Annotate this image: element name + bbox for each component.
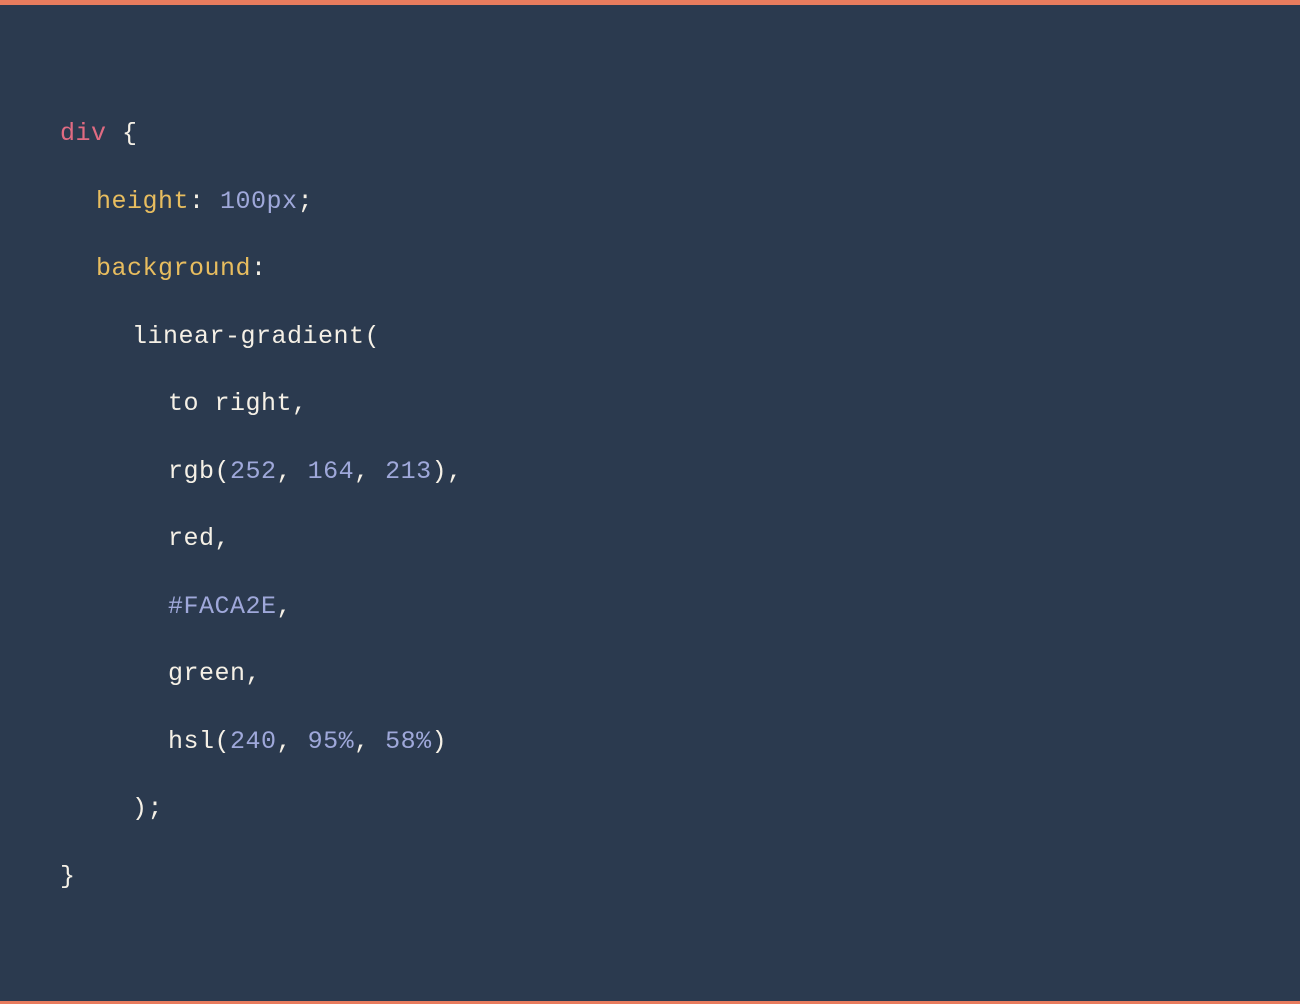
css-selector: div (60, 119, 107, 148)
code-editor-panel: div { height: 100px; background: linear-… (0, 0, 1300, 1004)
code-line-6: rgb(252, 164, 213), (60, 438, 1240, 506)
code-line-3: background: (60, 235, 1240, 303)
brace-close: } (60, 862, 76, 891)
comma: , (277, 457, 293, 486)
height-unit: px (267, 187, 298, 216)
rgb-r: 252 (230, 457, 277, 486)
func-linear-gradient: linear-gradient (132, 322, 365, 351)
percent: % (339, 727, 355, 756)
hex-color: #FACA2E (168, 592, 277, 621)
space (370, 727, 386, 756)
comma: , (447, 457, 463, 486)
comma: , (277, 592, 293, 621)
rgb-b: 213 (385, 457, 432, 486)
comma: , (215, 524, 231, 553)
hsl-l: 58 (385, 727, 416, 756)
comma: , (277, 727, 293, 756)
paren-close-semi: ); (132, 794, 163, 823)
colon: : (189, 187, 220, 216)
code-line-2: height: 100px; (60, 168, 1240, 236)
code-line-7: red, (60, 505, 1240, 573)
css-property-background: background (96, 254, 251, 283)
paren-open: ( (215, 457, 231, 486)
func-rgb: rgb (168, 457, 215, 486)
code-line-5: to right, (60, 370, 1240, 438)
semicolon: ; (298, 187, 314, 216)
code-line-8: #FACA2E, (60, 573, 1240, 641)
space (370, 457, 386, 486)
comma: , (292, 389, 308, 418)
percent: % (416, 727, 432, 756)
space (292, 457, 308, 486)
color-red: red (168, 524, 215, 553)
paren-open: ( (365, 322, 381, 351)
height-value: 100 (220, 187, 267, 216)
paren-open: ( (215, 727, 231, 756)
brace-open: { (107, 119, 138, 148)
comma: , (354, 727, 370, 756)
rgb-g: 164 (308, 457, 355, 486)
color-green: green (168, 659, 246, 688)
css-code-block[interactable]: div { height: 100px; background: linear-… (60, 100, 1240, 910)
code-line-11: ); (60, 775, 1240, 843)
paren-close: ) (432, 457, 448, 486)
code-line-1: div { (60, 100, 1240, 168)
code-line-9: green, (60, 640, 1240, 708)
css-property-height: height (96, 187, 189, 216)
comma: , (354, 457, 370, 486)
code-line-10: hsl(240, 95%, 58%) (60, 708, 1240, 776)
func-hsl: hsl (168, 727, 215, 756)
colon: : (251, 254, 267, 283)
comma: , (246, 659, 262, 688)
to-right: to right (168, 389, 292, 418)
code-line-12: } (60, 843, 1240, 911)
paren-close: ) (432, 727, 448, 756)
space (292, 727, 308, 756)
hsl-s: 95 (308, 727, 339, 756)
code-line-4: linear-gradient( (60, 303, 1240, 371)
hsl-h: 240 (230, 727, 277, 756)
